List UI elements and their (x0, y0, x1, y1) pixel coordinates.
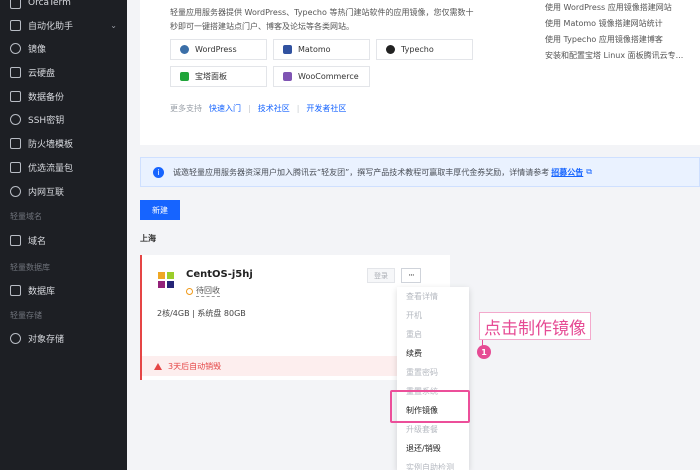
app-tile-label: WooCommerce (298, 72, 359, 81)
instance-status: 待回收 (186, 285, 220, 297)
sidebar-section-domain: 轻量域名 (10, 212, 42, 221)
app-tile-label: 宝塔面板 (195, 72, 227, 81)
sidebar-item-ssh-keys[interactable]: SSH密钥 (0, 108, 127, 130)
sidebar-item-label: 防火墙模板 (28, 139, 74, 150)
storage-icon (10, 332, 21, 344)
tutorial-links: 使用 WordPress 应用镜像搭建网站 使用 Matomo 镜像搭建网站统计… (545, 0, 700, 64)
warning-icon (154, 362, 162, 370)
terminal-icon (10, 0, 21, 9)
app-intro-card: 轻量应用服务器提供 WordPress、Typecho 等热门建站软件的应用镜像… (140, 0, 700, 145)
menu-item-power-on[interactable]: 开机 (397, 306, 469, 325)
more-actions-menu: 查看详情 开机 重启 续费 重置密码 重置系统 制作镜像 升级套餐 退还/销毁 … (397, 287, 469, 470)
menu-item-return-destroy[interactable]: 退还/销毁 (397, 439, 469, 458)
key-icon (10, 113, 21, 125)
sidebar-section-database: 轻量数据库 (10, 263, 50, 272)
menu-item-reset-password[interactable]: 重置密码 (397, 363, 469, 382)
wordpress-icon (180, 45, 189, 54)
app-tile-matomo[interactable]: Matomo (273, 39, 370, 60)
annotation-label: 点击制作镜像 (479, 312, 591, 340)
sidebar-item-label: 内网互联 (28, 187, 65, 198)
traffic-icon (10, 161, 21, 173)
database-icon (10, 284, 21, 296)
warning-text: 3天后自动销毁 (168, 361, 222, 371)
menu-item-restart[interactable]: 重启 (397, 325, 469, 344)
more-support-row: 更多支持 快速入门 | 技术社区 | 开发者社区 (170, 103, 346, 114)
more-support-label: 更多支持 (170, 104, 202, 113)
woocommerce-icon (283, 72, 292, 81)
sidebar-item-label: 数据库 (28, 286, 56, 297)
intro-text: 轻量应用服务器提供 WordPress、Typecho 等热门建站软件的应用镜像… (170, 8, 474, 31)
sidebar-item-label: 优选流量包 (28, 163, 74, 174)
sidebar-item-backup[interactable]: 数据备份 (0, 85, 127, 107)
sidebar-item-orcaterm[interactable]: OrcaTerm (0, 0, 127, 14)
sidebar-item-intranet[interactable]: 内网互联 (0, 180, 127, 202)
sidebar-item-label: SSH密钥 (28, 115, 65, 126)
notice-text: 诚邀轻量应用服务器资深用户加入腾讯云“轻友团”，撰写产品技术教程可赢取丰厚代金券… (173, 167, 550, 177)
domain-icon (10, 234, 21, 246)
sidebar-item-label: 云硬盘 (28, 68, 56, 79)
sidebar-item-label: 镜像 (28, 44, 47, 55)
main-content: 轻量应用服务器提供 WordPress、Typecho 等热门建站软件的应用镜像… (127, 0, 700, 470)
automation-icon (10, 19, 21, 31)
status-label: 待回收 (196, 286, 220, 297)
app-tile-label: Typecho (401, 45, 434, 54)
baota-icon (180, 72, 189, 81)
sidebar-item-label: 域名 (28, 236, 47, 247)
chevron-down-icon: ⌄ (110, 20, 117, 30)
app-tile-baota[interactable]: 宝塔面板 (170, 66, 267, 87)
matomo-icon (283, 45, 292, 54)
sidebar-item-images[interactable]: 镜像 (0, 37, 127, 59)
network-icon (10, 185, 21, 197)
centos-icon (158, 272, 174, 288)
link-developer-community[interactable]: 开发者社区 (306, 103, 346, 114)
sidebar-item-label: 数据备份 (28, 92, 65, 103)
typecho-icon (386, 45, 395, 54)
app-tile-typecho[interactable]: Typecho (376, 39, 473, 60)
more-actions-button[interactable]: ··· (401, 268, 421, 283)
recruit-announcement-link[interactable]: 招募公告 (551, 167, 583, 178)
create-image-highlight (390, 390, 470, 423)
app-tile-woocommerce[interactable]: WooCommerce (273, 66, 370, 87)
sidebar-section-storage: 轻量存储 (10, 311, 42, 320)
sidebar-item-firewall[interactable]: 防火墙模板 (0, 132, 127, 154)
instance-name[interactable]: CentOS-j5hj (186, 269, 253, 280)
tutorial-link[interactable]: 使用 WordPress 应用镜像搭建网站 (545, 0, 700, 16)
sidebar-item-domain[interactable]: 域名 (0, 229, 127, 251)
link-quick-start[interactable]: 快速入门 (209, 103, 241, 114)
app-tile-label: Matomo (298, 45, 331, 54)
sidebar-item-label: OrcaTerm (28, 0, 71, 8)
menu-item-self-check[interactable]: 实例自助检测 (397, 458, 469, 470)
tutorial-link[interactable]: 使用 Matomo 镜像搭建网站统计 (545, 16, 700, 32)
image-icon (10, 42, 21, 54)
backup-icon (10, 90, 21, 102)
menu-item-view-details[interactable]: 查看详情 (397, 287, 469, 306)
firewall-icon (10, 137, 21, 149)
new-instance-button[interactable]: 新建 (140, 200, 180, 220)
instance-spec: 2核/4GB | 系统盘 80GB (157, 309, 246, 318)
app-tile-label: WordPress (195, 45, 237, 54)
sidebar-item-database[interactable]: 数据库 (0, 279, 127, 301)
sidebar-item-cloud-disk[interactable]: 云硬盘 (0, 61, 127, 83)
disk-icon (10, 66, 21, 78)
info-icon: i (153, 166, 164, 178)
tutorial-link[interactable]: 安装和配置宝塔 Linux 面板腾讯云专... (545, 48, 700, 64)
app-tile-wordpress[interactable]: WordPress (170, 39, 267, 60)
menu-item-renew[interactable]: 续费 (397, 344, 469, 363)
login-button[interactable]: 登录 (367, 268, 395, 283)
recruit-notice-banner: i 诚邀轻量应用服务器资深用户加入腾讯云“轻友团”，撰写产品技术教程可赢取丰厚代… (140, 157, 700, 187)
divider: | (296, 104, 300, 113)
region-label: 上海 (140, 234, 156, 243)
annotation-step-badge: 1 (477, 345, 491, 359)
divider: | (248, 104, 251, 113)
sidebar-item-object-storage[interactable]: 对象存储 (0, 327, 127, 349)
sidebar-item-label: 自动化助手 (28, 21, 74, 32)
sidebar-item-automation[interactable]: 自动化助手 ⌄ (0, 14, 127, 36)
sidebar: OrcaTerm 自动化助手 ⌄ 镜像 云硬盘 数据备份 SSH密钥 防火墙模板… (0, 0, 127, 470)
sidebar-item-traffic[interactable]: 优选流量包 (0, 156, 127, 178)
external-link-icon: ⧉ (586, 167, 593, 176)
pending-status-icon (186, 287, 193, 295)
link-tech-community[interactable]: 技术社区 (258, 103, 290, 114)
sidebar-item-label: 对象存储 (28, 334, 65, 345)
tutorial-link[interactable]: 使用 Typecho 应用镜像搭建博客 (545, 32, 700, 48)
